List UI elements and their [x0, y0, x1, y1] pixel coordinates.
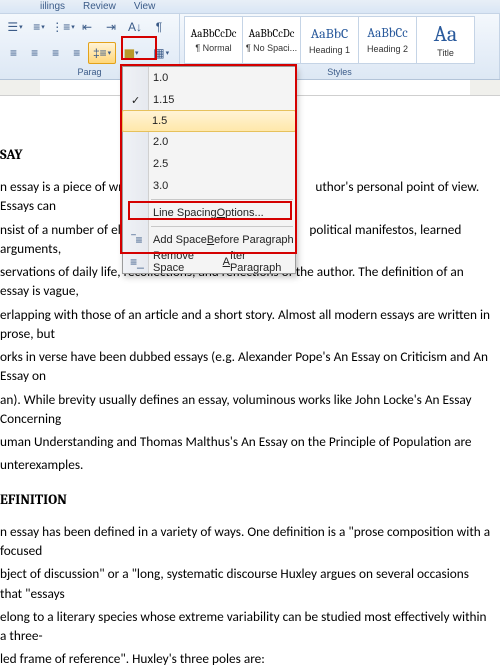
remove-space-after[interactable]: ≡_Remove Space After Paragraph: [123, 251, 295, 273]
paragraph: led frame of reference". Huxley's three …: [0, 649, 494, 668]
heading-definition: EFINITION: [0, 491, 494, 508]
paragraph: orks in verse have been dubbed essays (e…: [0, 347, 494, 386]
line-spacing-button[interactable]: ‡≡▾: [88, 42, 116, 64]
multilevel-button[interactable]: ⋮≡▾: [52, 16, 74, 38]
line-spacing-1.5[interactable]: 1.5: [122, 110, 296, 132]
increase-indent-button[interactable]: ⇥: [100, 16, 122, 38]
styles-gallery[interactable]: AaBbCcDc ¶ Normal AaBbCcDc ¶ No Spaci...…: [184, 16, 495, 64]
tab-view[interactable]: View: [134, 1, 156, 12]
line-spacing-1.0[interactable]: 1.0: [123, 67, 295, 89]
line-spacing-1.15[interactable]: ✓1.15: [123, 89, 295, 111]
align-right-button[interactable]: ≡: [46, 42, 65, 64]
paragraph: erlapping with those of an article and a…: [0, 305, 494, 344]
ribbon-tabs: iilings Review View: [0, 0, 500, 14]
tab-mailings[interactable]: iilings: [40, 1, 65, 12]
paragraph: bject of discussion" or a "long, systema…: [0, 564, 494, 603]
line-spacing-2.5[interactable]: 2.5: [123, 153, 295, 175]
paragraph: unterexamples.: [0, 455, 494, 474]
justify-button[interactable]: ≡: [67, 42, 86, 64]
paragraph: elong to a literary species whose extrem…: [0, 607, 494, 646]
style-heading-1[interactable]: AaBbC Heading 1: [300, 16, 359, 64]
add-space-before[interactable]: ‾≡Add Space Before Paragraph: [123, 229, 295, 251]
bullets-button[interactable]: ☰▾: [4, 16, 26, 38]
style-heading-2[interactable]: AaBbCc Heading 2: [358, 16, 417, 64]
numbering-button[interactable]: ≡▾: [28, 16, 50, 38]
paragraph: uman Understanding and Thomas Malthus's …: [0, 432, 494, 451]
check-icon: ✓: [131, 94, 140, 107]
decrease-indent-button[interactable]: ⇤: [76, 16, 98, 38]
paragraph: an). While brevity usually defines an es…: [0, 390, 494, 429]
space-after-icon: ≡_: [129, 255, 145, 269]
line-spacing-2.0[interactable]: 2.0: [123, 131, 295, 153]
menu-separator: [151, 199, 293, 200]
borders-button[interactable]: ▦▾: [147, 42, 175, 64]
menu-separator: [151, 226, 293, 227]
style-no-spacing[interactable]: AaBbCcDc ¶ No Spaci...: [242, 16, 301, 64]
align-left-button[interactable]: ≡: [4, 42, 23, 64]
align-center-button[interactable]: ≡: [25, 42, 44, 64]
paragraph: n essay has been defined in a variety of…: [0, 522, 494, 561]
line-spacing-3.0[interactable]: 3.0: [123, 175, 295, 197]
style-title[interactable]: Aa Title: [416, 16, 475, 64]
show-marks-button[interactable]: ¶: [148, 16, 170, 38]
tab-review[interactable]: Review: [83, 1, 116, 12]
line-spacing-menu: 1.0 ✓1.15 1.5 2.0 2.5 3.0 Line Spacing O…: [122, 66, 296, 274]
space-before-icon: ‾≡: [129, 233, 145, 247]
style-normal[interactable]: AaBbCcDc ¶ Normal: [184, 16, 243, 64]
shading-button[interactable]: ▆▾: [118, 42, 146, 64]
line-spacing-options[interactable]: Line Spacing Options...: [123, 202, 295, 224]
sort-button[interactable]: A↓: [124, 16, 146, 38]
